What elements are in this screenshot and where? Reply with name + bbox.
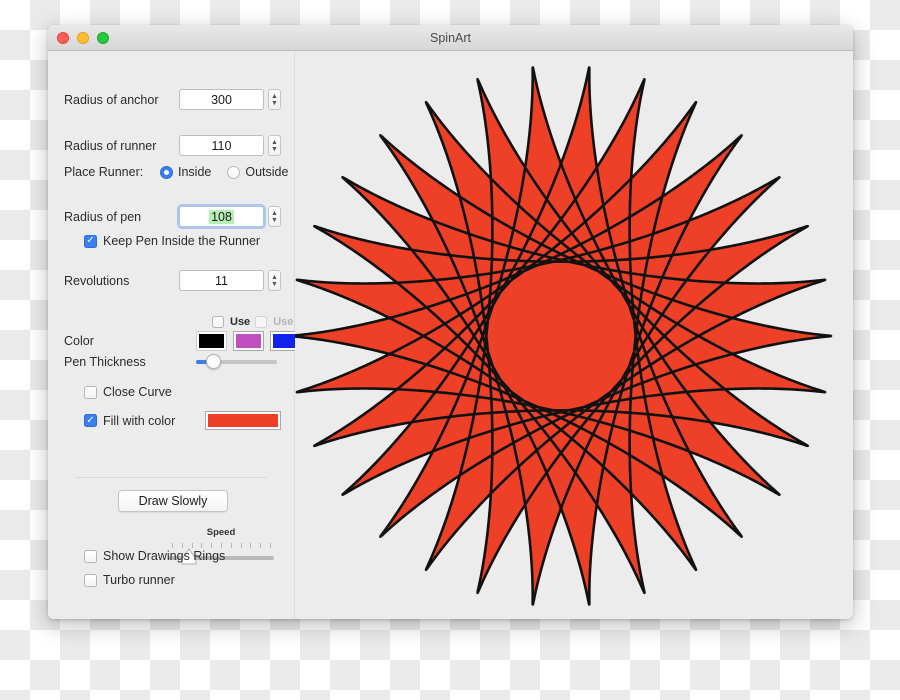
radius-of-pen-input[interactable]: 108 bbox=[179, 206, 264, 227]
fill-with-color-label: Fill with color bbox=[103, 413, 176, 428]
tick-mark bbox=[270, 543, 271, 548]
controls-sidebar: Radius of anchor 300 ▲ ▼ Radius of runne… bbox=[48, 51, 329, 619]
chevron-down-icon[interactable]: ▼ bbox=[271, 281, 278, 288]
checkbox-box[interactable] bbox=[84, 385, 97, 399]
tick-mark bbox=[221, 543, 222, 548]
color-swatch-black[interactable] bbox=[196, 331, 227, 351]
swatch-fill bbox=[236, 334, 261, 348]
section-divider bbox=[75, 477, 267, 478]
radio-inside[interactable]: Inside bbox=[160, 165, 211, 179]
use-color-2-label: Use bbox=[273, 316, 294, 328]
revolutions-value: 11 bbox=[215, 273, 228, 288]
tick-mark bbox=[230, 543, 232, 548]
chevron-up-icon[interactable]: ▲ bbox=[271, 210, 278, 217]
radio-inside-dot[interactable] bbox=[160, 165, 173, 179]
radius-of-anchor-input[interactable]: 300 bbox=[179, 89, 264, 110]
radius-of-anchor-label: Radius of anchor bbox=[64, 92, 159, 107]
checkbox-box[interactable] bbox=[84, 549, 97, 563]
radius-of-pen-stepper[interactable]: ▲ ▼ bbox=[268, 206, 281, 227]
spinart-window: SpinArt Radius of anchor 300 ▲ ▼ Radius … bbox=[48, 25, 853, 619]
drawing-canvas-pane[interactable] bbox=[295, 51, 853, 619]
pen-thickness-row: Pen Thickness bbox=[64, 354, 277, 370]
radio-outside-label: Outside bbox=[245, 165, 289, 179]
checkbox-box bbox=[255, 316, 268, 328]
turbo-runner-checkbox[interactable]: Turbo runner bbox=[84, 573, 175, 587]
place-runner-row: Place Runner: Inside Outside bbox=[64, 165, 288, 179]
close-button[interactable] bbox=[57, 31, 69, 44]
fill-color-swatch[interactable] bbox=[205, 411, 281, 430]
color-use-row: Use Use bbox=[212, 316, 293, 328]
place-runner-label: Place Runner: bbox=[64, 165, 144, 179]
window-title: SpinArt bbox=[430, 30, 471, 45]
speed-label: Speed bbox=[206, 527, 236, 538]
radio-inside-label: Inside bbox=[178, 165, 212, 179]
window-titlebar: SpinArt bbox=[48, 25, 853, 51]
checkbox-box[interactable]: ✓ bbox=[84, 414, 97, 427]
color-swatch-magenta[interactable] bbox=[233, 331, 264, 351]
checkbox-box[interactable]: ✓ bbox=[84, 234, 97, 248]
keep-pen-inside-label: Keep Pen Inside the Runner bbox=[103, 234, 261, 248]
revolutions-input[interactable]: 11 bbox=[179, 270, 264, 291]
draw-slowly-row: Draw Slowly bbox=[118, 490, 228, 512]
color-row: Color bbox=[64, 331, 301, 351]
radius-of-pen-row: Radius of pen 108 ▲ ▼ bbox=[64, 206, 281, 227]
close-curve-checkbox[interactable]: Close Curve bbox=[84, 385, 172, 399]
draw-slowly-label: Draw Slowly bbox=[138, 494, 208, 508]
swatch-fill bbox=[208, 414, 278, 427]
radius-of-pen-value: 108 bbox=[209, 209, 234, 224]
checkbox-box[interactable] bbox=[212, 316, 224, 328]
radius-of-runner-stepper[interactable]: ▲ ▼ bbox=[268, 135, 281, 156]
revolutions-stepper[interactable]: ▲ ▼ bbox=[268, 270, 281, 291]
radius-of-anchor-row: Radius of anchor 300 ▲ ▼ bbox=[64, 89, 281, 110]
radius-of-anchor-value: 300 bbox=[211, 92, 232, 107]
window-traffic-lights bbox=[57, 31, 109, 44]
zoom-button[interactable] bbox=[97, 31, 109, 44]
close-curve-label: Close Curve bbox=[103, 385, 172, 399]
minimize-button[interactable] bbox=[77, 31, 89, 44]
use-color-1-checkbox[interactable]: Use bbox=[212, 316, 250, 328]
chevron-down-icon[interactable]: ▼ bbox=[271, 217, 278, 224]
tick-mark bbox=[250, 543, 252, 548]
draw-slowly-button[interactable]: Draw Slowly bbox=[118, 490, 228, 512]
swatch-fill bbox=[199, 334, 224, 348]
tick-mark bbox=[211, 543, 213, 548]
spirograph-artwork bbox=[295, 51, 853, 619]
hypotrochoid-svg bbox=[295, 51, 852, 618]
pen-thickness-slider[interactable] bbox=[196, 354, 277, 370]
show-drawing-rings-checkbox[interactable]: Show Drawings Rings bbox=[84, 549, 225, 563]
radius-of-pen-label: Radius of pen bbox=[64, 209, 142, 224]
slider-knob[interactable] bbox=[205, 354, 221, 369]
revolutions-label: Revolutions bbox=[64, 273, 130, 288]
tick-mark bbox=[240, 543, 242, 548]
radius-of-runner-input[interactable]: 110 bbox=[179, 135, 264, 156]
chevron-up-icon[interactable]: ▲ bbox=[271, 93, 278, 100]
radius-of-runner-value: 110 bbox=[211, 138, 232, 153]
chevron-up-icon[interactable]: ▲ bbox=[271, 274, 278, 281]
show-drawing-rings-label: Show Drawings Rings bbox=[103, 549, 226, 563]
pen-thickness-label: Pen Thickness bbox=[64, 355, 146, 369]
radius-of-anchor-stepper[interactable]: ▲ ▼ bbox=[268, 89, 281, 110]
turbo-runner-label: Turbo runner bbox=[103, 573, 175, 587]
chevron-down-icon[interactable]: ▼ bbox=[271, 100, 278, 107]
color-label: Color bbox=[64, 334, 94, 348]
chevron-up-icon[interactable]: ▲ bbox=[271, 139, 278, 146]
use-color-1-label: Use bbox=[230, 316, 251, 328]
keep-pen-inside-checkbox[interactable]: ✓ Keep Pen Inside the Runner bbox=[84, 234, 260, 248]
fill-with-color-checkbox[interactable]: ✓ Fill with color bbox=[84, 411, 281, 430]
window-body: Radius of anchor 300 ▲ ▼ Radius of runne… bbox=[48, 51, 853, 619]
tick-mark bbox=[201, 543, 203, 548]
checkbox-box[interactable] bbox=[84, 573, 97, 587]
radius-of-runner-row: Radius of runner 110 ▲ ▼ bbox=[64, 135, 281, 156]
chevron-down-icon[interactable]: ▼ bbox=[271, 146, 278, 153]
radio-outside[interactable]: Outside bbox=[227, 165, 288, 179]
radius-of-runner-label: Radius of runner bbox=[64, 138, 157, 153]
revolutions-row: Revolutions 11 ▲ ▼ bbox=[64, 270, 281, 291]
radio-outside-dot[interactable] bbox=[227, 165, 241, 179]
use-color-2-checkbox: Use bbox=[255, 316, 293, 328]
tick-mark bbox=[172, 543, 173, 548]
tick-mark bbox=[260, 543, 262, 548]
